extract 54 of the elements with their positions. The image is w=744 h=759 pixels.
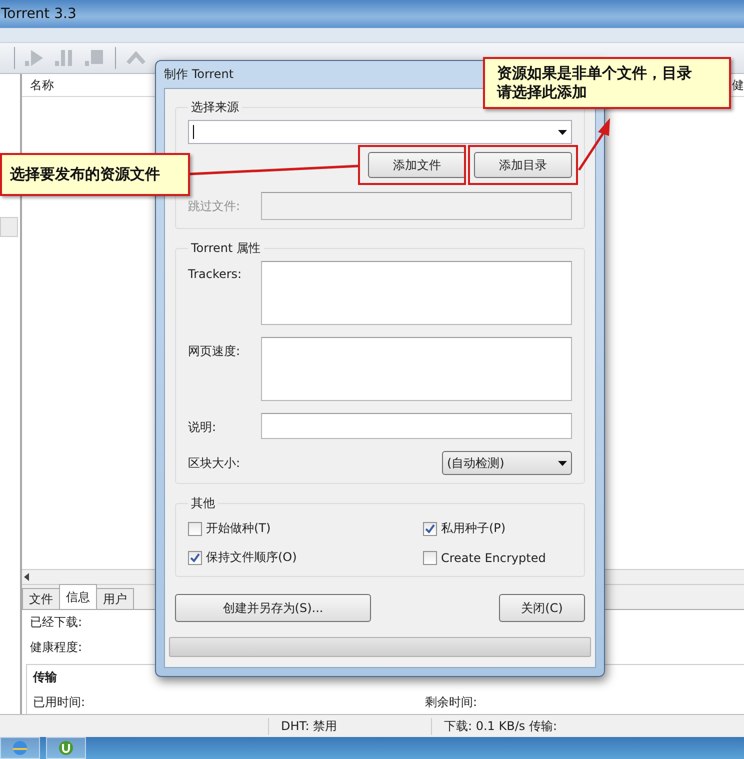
section-heading: 传输 (33, 669, 58, 686)
checkbox-option[interactable]: 开始做种(T) (188, 520, 423, 537)
taskbar-button[interactable] (0, 737, 40, 759)
dropdown-arrow-icon (558, 460, 567, 466)
info-label: 已用时间: (33, 694, 86, 711)
scroll-left-icon[interactable] (22, 573, 32, 581)
stop-icon[interactable] (85, 49, 105, 67)
dialog-title: 制作 Torrent (164, 66, 234, 83)
field-label: 网页速度: (188, 343, 242, 360)
tab[interactable]: 信息 (59, 584, 97, 609)
globe-icon (12, 740, 28, 756)
column-header[interactable]: 名称 (30, 76, 54, 94)
callout-note: 资源如果是非单个文件，目录请选择此添加 (483, 57, 731, 109)
window-title: Torrent 3.3 (0, 6, 76, 22)
input-field[interactable] (261, 192, 572, 220)
app-icon (58, 740, 74, 756)
create-save-button[interactable]: 创建并另存为(S)... (175, 594, 371, 622)
info-label: 健康程度: (30, 639, 82, 656)
add-button[interactable]: 添加文件 (368, 152, 466, 178)
checkbox[interactable] (423, 550, 437, 564)
info-label: 已经下载: (30, 614, 82, 631)
checkbox[interactable] (423, 522, 437, 536)
dropdown[interactable]: (自动检测) (442, 451, 572, 475)
group-label: 选择来源 (190, 99, 240, 116)
side-button[interactable] (0, 217, 18, 237)
field-label: Trackers: (188, 266, 243, 281)
source-combo-box[interactable] (188, 120, 572, 144)
field-label: 区块大小: (188, 454, 242, 472)
pause-icon[interactable] (55, 49, 75, 67)
status-text: DHT: 禁用 (268, 718, 431, 734)
pointer-arrow (578, 118, 610, 171)
close-button[interactable]: 关闭(C) (499, 594, 585, 622)
dropdown-arrow-icon (558, 130, 567, 134)
checkbox-option[interactable]: Create Encrypted (423, 549, 572, 566)
tab[interactable]: 文件 (22, 588, 60, 609)
field-label: 说明: (188, 419, 218, 436)
taskbar-button[interactable] (46, 737, 86, 759)
checkbox[interactable] (188, 550, 202, 564)
callout-note: 选择要发布的资源文件 (0, 153, 190, 196)
checkbox[interactable] (188, 522, 202, 536)
text-area[interactable] (261, 337, 572, 401)
group-label: 其他 (190, 495, 216, 512)
play-icon[interactable] (25, 49, 45, 67)
checkbox-option[interactable]: 保持文件顺序(O) (188, 549, 423, 566)
input-field[interactable] (261, 413, 572, 439)
add-button[interactable]: 添加目录 (474, 152, 572, 178)
column-header[interactable]: 健 (732, 76, 744, 94)
field-label: 跳过文件: (188, 198, 242, 215)
info-label: 剩余时间: (425, 694, 478, 711)
group-label: Torrent 属性 (190, 240, 262, 257)
checkbox-option[interactable]: 私用种子(P) (423, 520, 572, 537)
text-area[interactable] (261, 261, 572, 325)
tab[interactable]: 用户 (96, 588, 134, 609)
status-text: 下载: 0.1 KB/s 传输: (431, 718, 644, 734)
